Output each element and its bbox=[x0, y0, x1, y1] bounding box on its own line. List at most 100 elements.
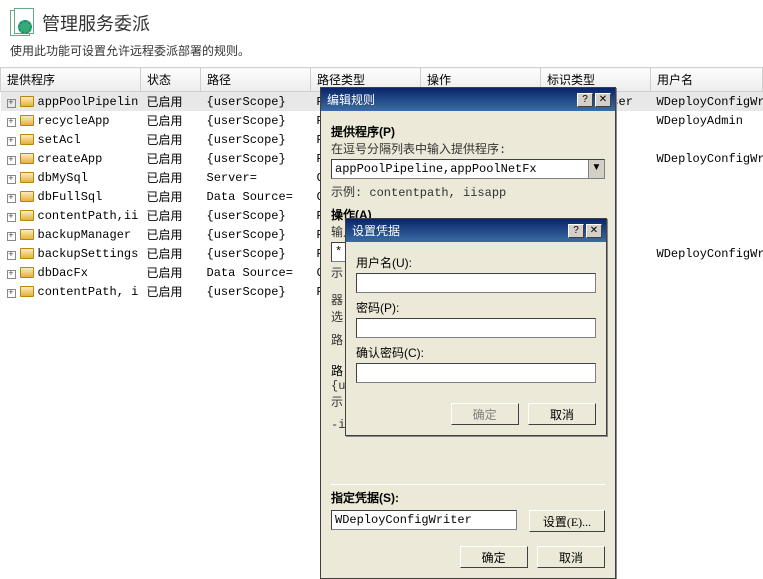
expand-icon[interactable]: + bbox=[7, 232, 16, 241]
specify-creds-label: 指定凭据(S): bbox=[331, 489, 605, 506]
cell-path: {userScope} bbox=[201, 149, 311, 168]
expand-icon[interactable]: + bbox=[7, 213, 16, 222]
separator bbox=[331, 484, 605, 485]
col-state[interactable]: 状态 bbox=[141, 68, 201, 92]
folder-icon bbox=[20, 286, 34, 297]
cell-user: WDeployConfigWriter bbox=[651, 92, 763, 112]
cell-state: 已启用 bbox=[141, 244, 201, 263]
cell-provider: +appPoolPipelin... bbox=[1, 92, 141, 112]
cell-state: 已启用 bbox=[141, 282, 201, 301]
folder-icon bbox=[20, 210, 34, 221]
cell-state: 已启用 bbox=[141, 263, 201, 282]
cell-provider: +backupManager bbox=[1, 225, 141, 244]
close-icon[interactable]: ✕ bbox=[595, 93, 611, 107]
specify-creds-value bbox=[331, 510, 517, 530]
folder-icon bbox=[20, 115, 34, 126]
edit-rule-title: 编辑规则 bbox=[327, 91, 375, 108]
chevron-down-icon[interactable]: ▼ bbox=[588, 160, 604, 178]
cell-path: {userScope} bbox=[201, 130, 311, 149]
page-title: 管理服务委派 bbox=[42, 10, 150, 36]
cell-user bbox=[651, 225, 763, 244]
cell-user bbox=[651, 130, 763, 149]
username-input[interactable] bbox=[356, 273, 596, 293]
cell-path: Data Source= bbox=[201, 187, 311, 206]
creds-titlebar[interactable]: 设置凭据 ? ✕ bbox=[346, 219, 606, 242]
expand-icon[interactable]: + bbox=[7, 270, 16, 279]
cell-provider: +dbFullSql bbox=[1, 187, 141, 206]
folder-icon bbox=[20, 172, 34, 183]
provider-hint: 在逗号分隔列表中输入提供程序: bbox=[331, 140, 605, 157]
cell-user bbox=[651, 263, 763, 282]
cell-path: {userScope} bbox=[201, 92, 311, 112]
cell-provider: +recycleApp bbox=[1, 111, 141, 130]
folder-icon bbox=[20, 248, 34, 259]
expand-icon[interactable]: + bbox=[7, 251, 16, 260]
confirm-password-label: 确认密码(C): bbox=[356, 344, 596, 361]
col-path[interactable]: 路径 bbox=[201, 68, 311, 92]
cell-path: {userScope} bbox=[201, 206, 311, 225]
folder-icon bbox=[20, 191, 34, 202]
set-creds-button[interactable]: 设置(E)... bbox=[529, 510, 605, 532]
cell-state: 已启用 bbox=[141, 130, 201, 149]
expand-icon[interactable]: + bbox=[7, 289, 16, 298]
col-user[interactable]: 用户名 bbox=[651, 68, 763, 92]
cell-state: 已启用 bbox=[141, 92, 201, 112]
cell-provider: +setAcl bbox=[1, 130, 141, 149]
expand-icon[interactable]: + bbox=[7, 175, 16, 184]
help-icon[interactable]: ? bbox=[577, 93, 593, 107]
help-icon[interactable]: ? bbox=[568, 224, 584, 238]
folder-icon bbox=[20, 267, 34, 278]
provider-example: 示例: contentpath, iisapp bbox=[331, 183, 605, 200]
delegation-icon bbox=[10, 8, 34, 38]
cell-user bbox=[651, 282, 763, 301]
set-credentials-dialog: 设置凭据 ? ✕ 用户名(U): 密码(P): 确认密码(C): 确定 取消 bbox=[345, 218, 607, 436]
expand-icon[interactable]: + bbox=[7, 118, 16, 127]
cell-path: {userScope} bbox=[201, 244, 311, 263]
folder-icon bbox=[20, 134, 34, 145]
col-provider[interactable]: 提供程序 bbox=[1, 68, 141, 92]
cell-user bbox=[651, 168, 763, 187]
cell-provider: +contentPath,ii... bbox=[1, 206, 141, 225]
creds-ok-button[interactable]: 确定 bbox=[451, 403, 519, 425]
cell-provider: +dbDacFx bbox=[1, 263, 141, 282]
cell-state: 已启用 bbox=[141, 149, 201, 168]
provider-input[interactable] bbox=[331, 159, 605, 179]
expand-icon[interactable]: + bbox=[7, 99, 16, 108]
page-subtitle: 使用此功能可设置允许远程委派部署的规则。 bbox=[0, 40, 763, 67]
page-header: 管理服务委派 bbox=[0, 0, 763, 40]
cell-path: Server= bbox=[201, 168, 311, 187]
edit-rule-ok-button[interactable]: 确定 bbox=[460, 546, 528, 568]
edit-rule-titlebar[interactable]: 编辑规则 ? ✕ bbox=[321, 88, 615, 111]
folder-icon bbox=[20, 153, 34, 164]
cell-provider: +createApp bbox=[1, 149, 141, 168]
provider-combo[interactable]: ▼ bbox=[331, 159, 605, 179]
folder-icon bbox=[20, 229, 34, 240]
cell-state: 已启用 bbox=[141, 225, 201, 244]
cell-user: WDeployAdmin bbox=[651, 111, 763, 130]
cell-user bbox=[651, 206, 763, 225]
cell-state: 已启用 bbox=[141, 206, 201, 225]
cell-state: 已启用 bbox=[141, 111, 201, 130]
cell-state: 已启用 bbox=[141, 168, 201, 187]
cell-path: {userScope} bbox=[201, 225, 311, 244]
cell-user: WDeployConfigWriter bbox=[651, 244, 763, 263]
cell-path: Data Source= bbox=[201, 263, 311, 282]
cell-path: {userScope} bbox=[201, 111, 311, 130]
expand-icon[interactable]: + bbox=[7, 194, 16, 203]
password-input[interactable] bbox=[356, 318, 596, 338]
password-label: 密码(P): bbox=[356, 299, 596, 316]
cell-provider: +contentPath, i... bbox=[1, 282, 141, 301]
expand-icon[interactable]: + bbox=[7, 156, 16, 165]
edit-rule-cancel-button[interactable]: 取消 bbox=[537, 546, 605, 568]
creds-cancel-button[interactable]: 取消 bbox=[528, 403, 596, 425]
cell-user: WDeployConfigWriter bbox=[651, 149, 763, 168]
cell-provider: +backupSettings bbox=[1, 244, 141, 263]
cell-state: 已启用 bbox=[141, 187, 201, 206]
cell-user bbox=[651, 187, 763, 206]
confirm-password-input[interactable] bbox=[356, 363, 596, 383]
folder-icon bbox=[20, 96, 34, 107]
creds-title: 设置凭据 bbox=[352, 222, 400, 239]
close-icon[interactable]: ✕ bbox=[586, 224, 602, 238]
expand-icon[interactable]: + bbox=[7, 137, 16, 146]
username-label: 用户名(U): bbox=[356, 254, 596, 271]
